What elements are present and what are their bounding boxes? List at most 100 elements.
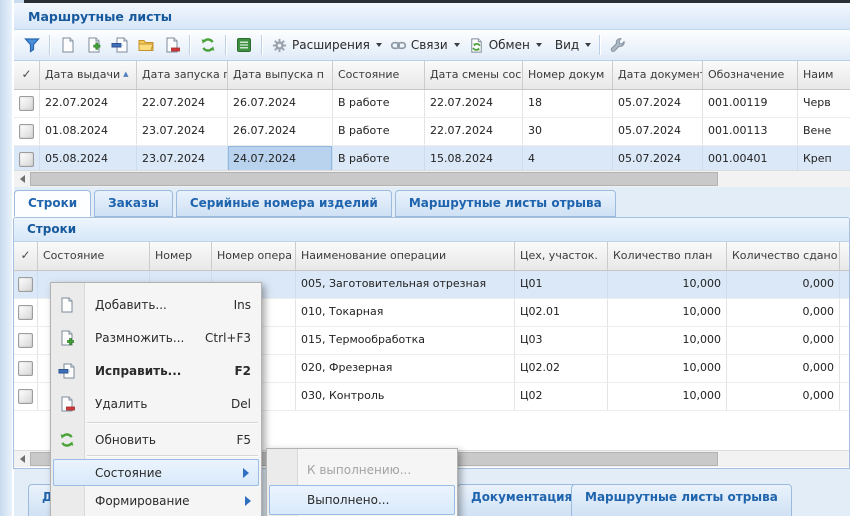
view-menu-button[interactable]: Вид [552, 36, 594, 54]
column-header-qty-done[interactable]: Количество сдано [727, 242, 840, 270]
refresh-button[interactable] [196, 34, 220, 56]
column-header-name[interactable]: Наим [798, 61, 850, 89]
links-menu-button[interactable]: Связи [387, 35, 463, 56]
row-check-cell[interactable] [14, 146, 40, 173]
menu-item-add[interactable]: Добавить...Ins [51, 288, 261, 321]
settings-button[interactable] [606, 34, 630, 56]
column-header-partial[interactable] [840, 242, 850, 270]
column-header-state[interactable]: Состояние [333, 61, 425, 89]
checkbox[interactable] [18, 389, 33, 404]
cell-release-date[interactable]: 26.07.2024 [228, 118, 333, 145]
cell-doc-number[interactable]: 30 [523, 118, 613, 145]
cell-partial[interactable] [840, 355, 850, 382]
tab-orders[interactable]: Заказы [94, 190, 173, 217]
cell-qty-plan[interactable]: 10,000 [608, 327, 727, 354]
filter-button[interactable] [20, 34, 44, 56]
row-check-cell[interactable] [14, 118, 40, 145]
menu-item-generation[interactable]: Формирование [51, 487, 261, 514]
cell-state[interactable]: В работе [333, 90, 425, 117]
column-header-op-number[interactable]: Номер опера [212, 242, 296, 270]
cell-name[interactable]: Креп [798, 146, 850, 173]
select-all-header[interactable]: ✓ [14, 242, 38, 270]
row-check-cell[interactable] [14, 271, 38, 298]
cell-issue-date[interactable]: 01.08.2024 [40, 118, 137, 145]
checkbox[interactable] [18, 305, 33, 320]
exchange-menu-button[interactable]: Обмен [465, 35, 545, 56]
row-check-cell[interactable] [14, 383, 38, 410]
routes-table-hscrollbar[interactable] [14, 170, 850, 187]
table-row[interactable]: 22.07.2024 22.07.2024 26.07.2024 В работ… [14, 90, 850, 118]
submenu-item-completed[interactable]: Выполнено... [269, 485, 455, 515]
checkbox[interactable] [18, 361, 33, 376]
column-header-doc-date[interactable]: Дата документа [613, 61, 703, 89]
scroll-left-button[interactable] [14, 171, 30, 187]
cell-designation[interactable]: 001.00401 [703, 146, 798, 173]
cell-op-name[interactable]: 005, Заготовительная отрезная [296, 271, 515, 298]
column-header-state[interactable]: Состояние [38, 242, 150, 270]
cell-doc-date[interactable]: 05.07.2024 [613, 146, 703, 173]
column-header-issue-date[interactable]: Дата выдачи▲ [40, 61, 137, 89]
extensions-menu-button[interactable]: Расширения [268, 35, 385, 56]
new-row-button[interactable] [56, 34, 80, 56]
cell-qty-done[interactable]: 0,000 [727, 327, 840, 354]
cell-name[interactable]: Вене [798, 118, 850, 145]
cell-qty-plan[interactable]: 10,000 [608, 383, 727, 410]
tab-serial-numbers[interactable]: Серийные номера изделий [176, 190, 392, 217]
cell-qty-plan[interactable]: 10,000 [608, 299, 727, 326]
column-header-launch-date[interactable]: Дата запуска п [137, 61, 228, 89]
cell-qty-done[interactable]: 0,000 [727, 383, 840, 410]
column-header-doc-number[interactable]: Номер докум [523, 61, 613, 89]
tab-tearoff-route-sheets[interactable]: Маршрутные листы отрыва [395, 190, 616, 217]
cell-doc-date[interactable]: 05.07.2024 [613, 90, 703, 117]
tab-lines[interactable]: Строки [14, 190, 91, 217]
cell-shop[interactable]: Ц02.02 [515, 355, 608, 382]
column-header-qty-plan[interactable]: Количество план [608, 242, 727, 270]
cell-qty-plan[interactable]: 10,000 [608, 355, 727, 382]
column-header-number[interactable]: Номер [150, 242, 212, 270]
checkbox[interactable] [18, 277, 33, 292]
cell-launch-date[interactable]: 23.07.2024 [137, 146, 228, 173]
cell-release-date[interactable]: 26.07.2024 [228, 90, 333, 117]
row-check-cell[interactable] [14, 327, 38, 354]
column-header-designation[interactable]: Обозначение [703, 61, 798, 89]
cell-partial[interactable] [840, 271, 850, 298]
cell-shop[interactable]: Ц03 [515, 327, 608, 354]
active-cell[interactable]: 24.07.2024 [228, 146, 333, 173]
export-list-button[interactable] [232, 34, 256, 56]
cell-doc-number[interactable]: 18 [523, 90, 613, 117]
cell-launch-date[interactable]: 23.07.2024 [137, 118, 228, 145]
cell-state-change-date[interactable]: 22.07.2024 [425, 118, 523, 145]
row-check-cell[interactable] [14, 299, 38, 326]
cell-issue-date[interactable]: 05.08.2024 [40, 146, 137, 173]
cell-partial[interactable] [840, 299, 850, 326]
row-check-cell[interactable] [14, 90, 40, 117]
column-header-shop[interactable]: Цех, участок. [515, 242, 608, 270]
bottom-tab-tearoff-route-sheets[interactable]: Маршрутные листы отрыва [571, 484, 792, 516]
cell-state[interactable]: В работе [333, 146, 425, 173]
column-header-state-change-date[interactable]: Дата смены сос [425, 61, 523, 89]
cell-state-change-date[interactable]: 15.08.2024 [425, 146, 523, 173]
cell-shop[interactable]: Ц02.01 [515, 299, 608, 326]
checkbox[interactable] [19, 96, 34, 111]
cell-doc-date[interactable]: 05.07.2024 [613, 118, 703, 145]
open-folder-button[interactable] [134, 34, 158, 56]
column-header-release-date[interactable]: Дата выпуска п [228, 61, 333, 89]
cell-designation[interactable]: 001.00119 [703, 90, 798, 117]
cell-state-change-date[interactable]: 22.07.2024 [425, 90, 523, 117]
bottom-tab-documentation[interactable]: Документация [457, 484, 586, 516]
cell-qty-plan[interactable]: 10,000 [608, 271, 727, 298]
table-row[interactable]: 01.08.2024 23.07.2024 26.07.2024 В работ… [14, 118, 850, 146]
delete-row-button[interactable] [160, 34, 184, 56]
cell-qty-done[interactable]: 0,000 [727, 299, 840, 326]
cell-shop[interactable]: Ц01 [515, 271, 608, 298]
cell-op-name[interactable]: 010, Токарная [296, 299, 515, 326]
cell-qty-done[interactable]: 0,000 [727, 271, 840, 298]
column-header-op-name[interactable]: Наименование операции [296, 242, 515, 270]
scroll-left-button[interactable] [14, 451, 30, 467]
cell-name[interactable]: Черв [798, 90, 850, 117]
row-check-cell[interactable] [14, 355, 38, 382]
menu-item-delete[interactable]: УдалитьDel [51, 387, 261, 420]
cell-issue-date[interactable]: 22.07.2024 [40, 90, 137, 117]
checkbox[interactable] [19, 152, 34, 167]
select-all-header[interactable]: ✓ [14, 61, 40, 89]
